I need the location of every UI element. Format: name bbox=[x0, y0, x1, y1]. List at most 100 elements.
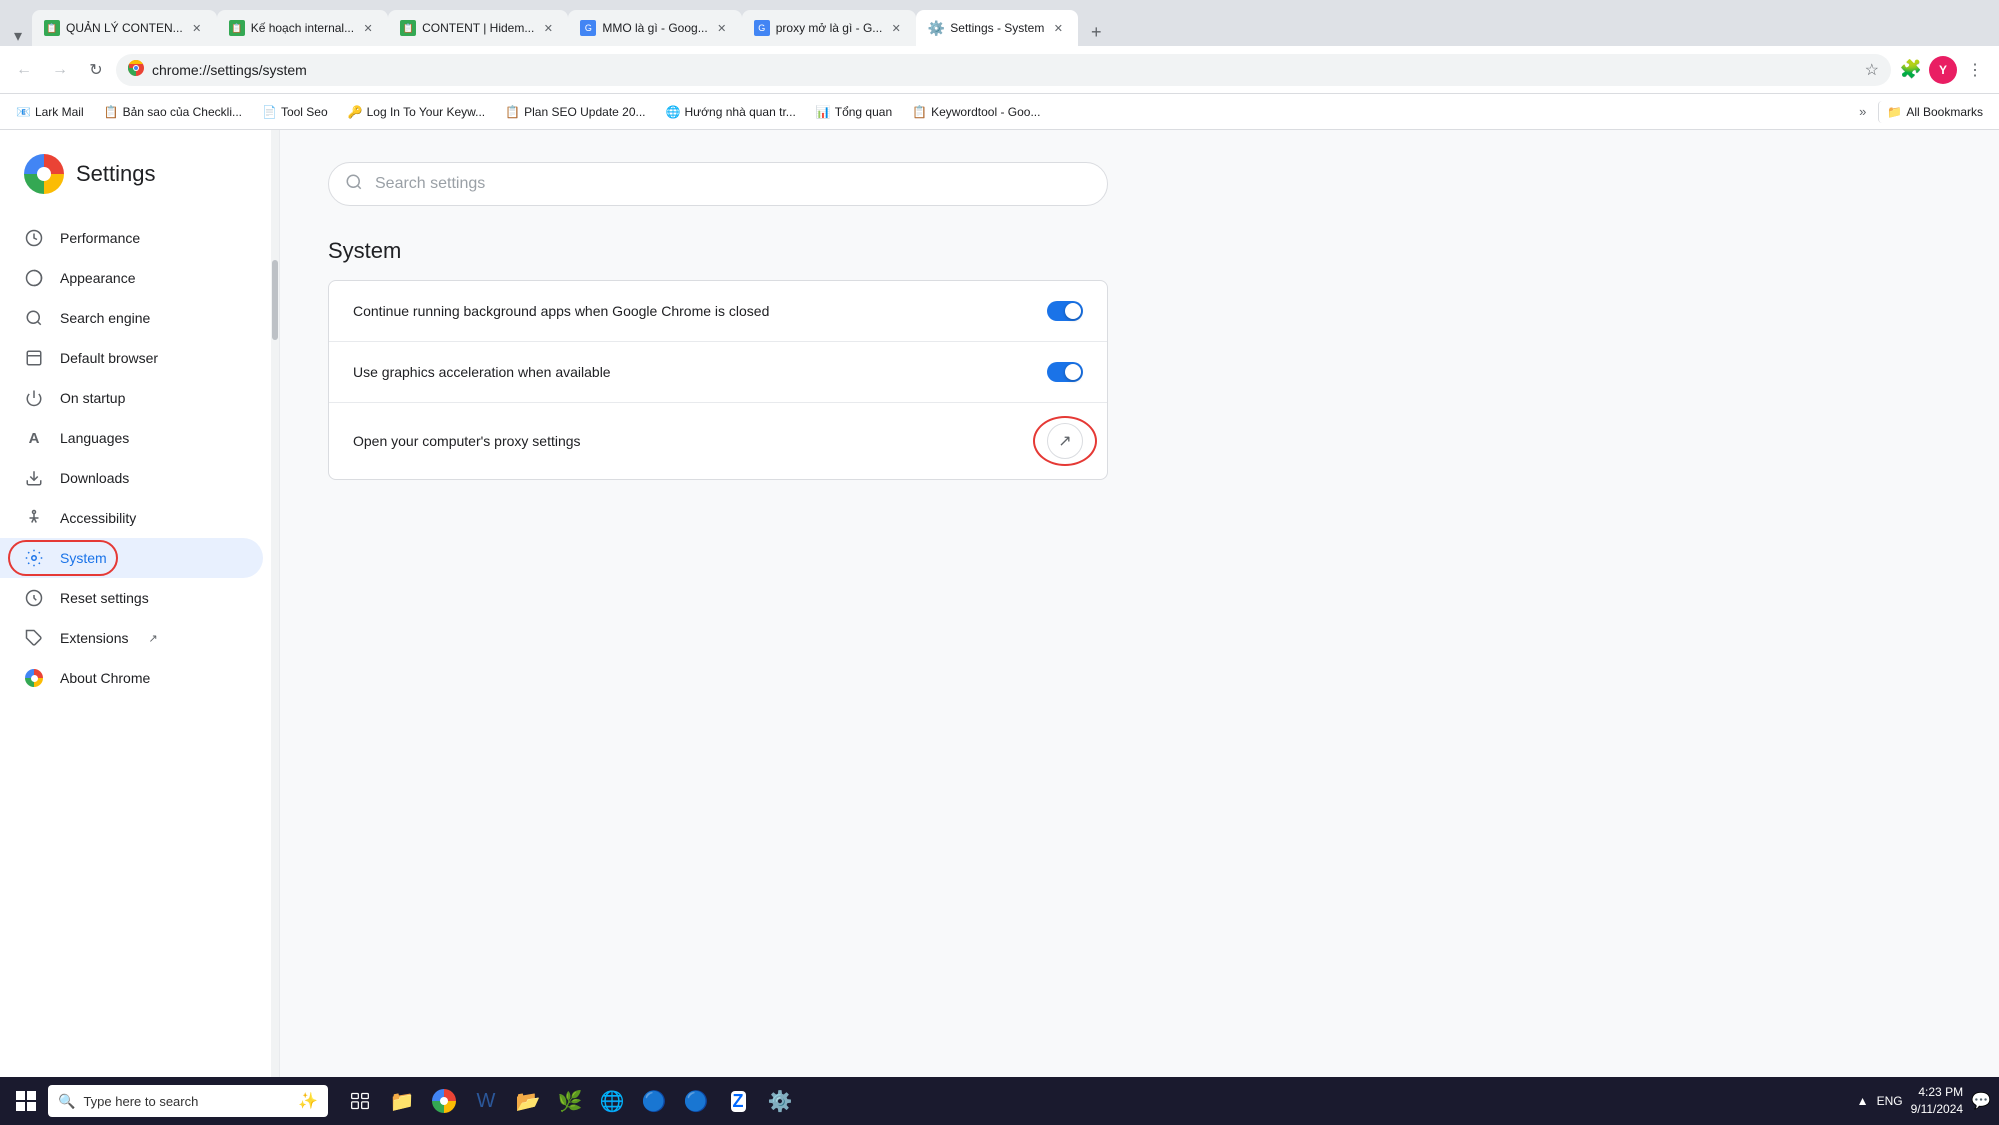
bookmark-label-all: All Bookmarks bbox=[1906, 105, 1983, 119]
bookmark-tong-quan[interactable]: 📊 Tổng quan bbox=[808, 101, 900, 123]
tab-5[interactable]: G proxy mở là gì - G... ✕ bbox=[742, 10, 917, 46]
search-bar[interactable]: Search settings bbox=[328, 162, 1108, 206]
refresh-button[interactable]: ↻ bbox=[80, 54, 112, 86]
tab-close-6[interactable]: ✕ bbox=[1050, 20, 1066, 36]
bookmark-plan-seo[interactable]: 📋 Plan SEO Update 20... bbox=[497, 101, 653, 123]
languages-icon: A bbox=[24, 428, 44, 448]
new-tab-button[interactable]: + bbox=[1082, 18, 1110, 46]
bookmark-checklist[interactable]: 📋 Bản sao của Checkli... bbox=[96, 101, 250, 123]
tab-label-4: MMO là gì - Goog... bbox=[602, 21, 707, 35]
bookmark-keyword[interactable]: 📋 Keywordtool - Goo... bbox=[904, 101, 1048, 123]
taskbar-app-files[interactable]: 📂 bbox=[508, 1081, 548, 1121]
tab-label-2: Kế hoạch internal... bbox=[251, 21, 354, 35]
tab-3[interactable]: 📋 CONTENT | Hidem... ✕ bbox=[388, 10, 568, 46]
bookmark-label-plan: Plan SEO Update 20... bbox=[524, 105, 645, 119]
sidebar-item-on-startup[interactable]: On startup bbox=[0, 378, 263, 418]
tab-label-1: QUẢN LÝ CONTEN... bbox=[66, 21, 183, 35]
taskbar-app-green[interactable]: 🌿 bbox=[550, 1081, 590, 1121]
sidebar-label-on-startup: On startup bbox=[60, 390, 125, 406]
sidebar-item-performance[interactable]: Performance bbox=[0, 218, 263, 258]
sidebar-scrollbar-thumb[interactable] bbox=[272, 260, 278, 340]
sidebar-item-appearance[interactable]: Appearance bbox=[0, 258, 263, 298]
extensions-icon bbox=[24, 628, 44, 648]
taskbar-chevron-up[interactable]: ▲ bbox=[1857, 1094, 1869, 1108]
accessibility-icon bbox=[24, 508, 44, 528]
taskbar-app-zalo[interactable]: Z bbox=[718, 1081, 758, 1121]
tab-close-5[interactable]: ✕ bbox=[888, 20, 904, 36]
taskbar-right: ▲ ENG 4:23 PM 9/11/2024 💬 bbox=[1857, 1084, 1991, 1118]
bookmark-icon-lark: 📧 bbox=[16, 105, 31, 119]
bookmark-label-tool: Tool Seo bbox=[281, 105, 328, 119]
bookmark-huong[interactable]: 🌐 Hướng nhà quan tr... bbox=[658, 101, 804, 123]
sidebar-item-accessibility[interactable]: Accessibility bbox=[0, 498, 263, 538]
sidebar-item-reset-settings[interactable]: Reset settings bbox=[0, 578, 263, 618]
sidebar-item-about-chrome[interactable]: About Chrome bbox=[0, 658, 263, 698]
sidebar-item-downloads[interactable]: Downloads bbox=[0, 458, 263, 498]
background-apps-label: Continue running background apps when Go… bbox=[353, 303, 1047, 319]
sidebar-item-languages[interactable]: A Languages bbox=[0, 418, 263, 458]
forward-button[interactable]: → bbox=[44, 54, 76, 86]
extensions-external-link-icon: ↗ bbox=[148, 632, 157, 645]
tab-close-2[interactable]: ✕ bbox=[360, 20, 376, 36]
chrome-logo-small bbox=[128, 60, 144, 79]
bookmark-all[interactable]: 📁 All Bookmarks bbox=[1878, 101, 1991, 123]
search-input[interactable]: Search settings bbox=[375, 175, 1091, 193]
taskbar-notification[interactable]: 💬 bbox=[1971, 1091, 1991, 1111]
bookmark-star-icon[interactable]: ☆ bbox=[1865, 60, 1879, 80]
taskbar-app-word[interactable]: W bbox=[466, 1081, 506, 1121]
bookmark-label-keyword: Keywordtool - Goo... bbox=[931, 105, 1040, 119]
taskbar-app-chrome[interactable] bbox=[424, 1081, 464, 1121]
tab-close-1[interactable]: ✕ bbox=[189, 20, 205, 36]
bookmark-label-huong: Hướng nhà quan tr... bbox=[684, 105, 795, 119]
tab-6[interactable]: ⚙️ Settings - System ✕ bbox=[916, 10, 1078, 46]
tab-close-3[interactable]: ✕ bbox=[540, 20, 556, 36]
settings-title: Settings bbox=[76, 161, 156, 187]
tab-label-6: Settings - System bbox=[950, 21, 1044, 35]
downloads-icon bbox=[24, 468, 44, 488]
taskbar-app-file-explorer[interactable]: 📁 bbox=[382, 1081, 422, 1121]
taskbar-language: ENG bbox=[1877, 1094, 1903, 1108]
proxy-label: Open your computer's proxy settings bbox=[353, 433, 1047, 449]
sidebar-item-extensions[interactable]: Extensions ↗ bbox=[0, 618, 263, 658]
sidebar-item-system[interactable]: System bbox=[0, 538, 263, 578]
sidebar-label-appearance: Appearance bbox=[60, 270, 136, 286]
taskbar-app-settings[interactable]: ⚙️ bbox=[760, 1081, 800, 1121]
taskbar-app-edge[interactable]: 🌐 bbox=[592, 1081, 632, 1121]
taskbar-search-bar[interactable]: 🔍 Type here to search ✨ bbox=[48, 1085, 328, 1117]
bookmark-icon-tool: 📄 bbox=[262, 105, 277, 119]
proxy-external-link-icon: ↗ bbox=[1058, 431, 1071, 451]
extensions-puzzle-icon[interactable]: 🧩 bbox=[1895, 54, 1927, 86]
proxy-external-link-button[interactable]: ↗ bbox=[1047, 423, 1083, 459]
bookmark-login[interactable]: 🔑 Log In To Your Keyw... bbox=[340, 101, 494, 123]
system-icon bbox=[24, 548, 44, 568]
tab-close-4[interactable]: ✕ bbox=[714, 20, 730, 36]
bookmark-lark-mail[interactable]: 📧 Lark Mail bbox=[8, 101, 92, 123]
sidebar-item-search-engine[interactable]: Search engine bbox=[0, 298, 263, 338]
tab-expand-btn[interactable]: ▾ bbox=[8, 26, 28, 46]
sidebar-scrollbar-track bbox=[271, 130, 279, 1077]
bookmark-icon-huong: 🌐 bbox=[666, 105, 681, 119]
tab-2[interactable]: 📋 Kế hoạch internal... ✕ bbox=[217, 10, 388, 46]
address-bar[interactable]: chrome://settings/system ☆ bbox=[116, 54, 1891, 86]
taskbar-search-input[interactable]: Type here to search bbox=[83, 1094, 198, 1109]
graphics-toggle-thumb bbox=[1065, 364, 1081, 380]
graphics-toggle[interactable] bbox=[1047, 362, 1083, 382]
back-button[interactable]: ← bbox=[8, 54, 40, 86]
taskview-button[interactable] bbox=[340, 1081, 380, 1121]
taskbar-app-chrome2[interactable]: 🔵 bbox=[676, 1081, 716, 1121]
taskbar-date-text: 9/11/2024 bbox=[1911, 1101, 1964, 1118]
start-button[interactable] bbox=[8, 1083, 44, 1119]
bookmark-icon-checklist: 📋 bbox=[104, 105, 119, 119]
background-apps-toggle[interactable] bbox=[1047, 301, 1083, 321]
more-options-button[interactable]: ⋮ bbox=[1959, 54, 1991, 86]
tab-1[interactable]: 📋 QUẢN LÝ CONTEN... ✕ bbox=[32, 10, 217, 46]
taskbar-apps: 📁 W 📂 🌿 🌐 🔵 🔵 bbox=[340, 1081, 800, 1121]
sidebar-label-extensions: Extensions bbox=[60, 630, 128, 646]
tab-favicon-2: 📋 bbox=[229, 20, 245, 36]
bookmarks-more[interactable]: » bbox=[1855, 103, 1870, 121]
tab-4[interactable]: G MMO là gì - Goog... ✕ bbox=[568, 10, 741, 46]
profile-avatar[interactable]: Y bbox=[1929, 56, 1957, 84]
bookmark-tool-seo[interactable]: 📄 Tool Seo bbox=[254, 101, 336, 123]
sidebar-item-default-browser[interactable]: Default browser bbox=[0, 338, 263, 378]
taskbar-app-blue[interactable]: 🔵 bbox=[634, 1081, 674, 1121]
